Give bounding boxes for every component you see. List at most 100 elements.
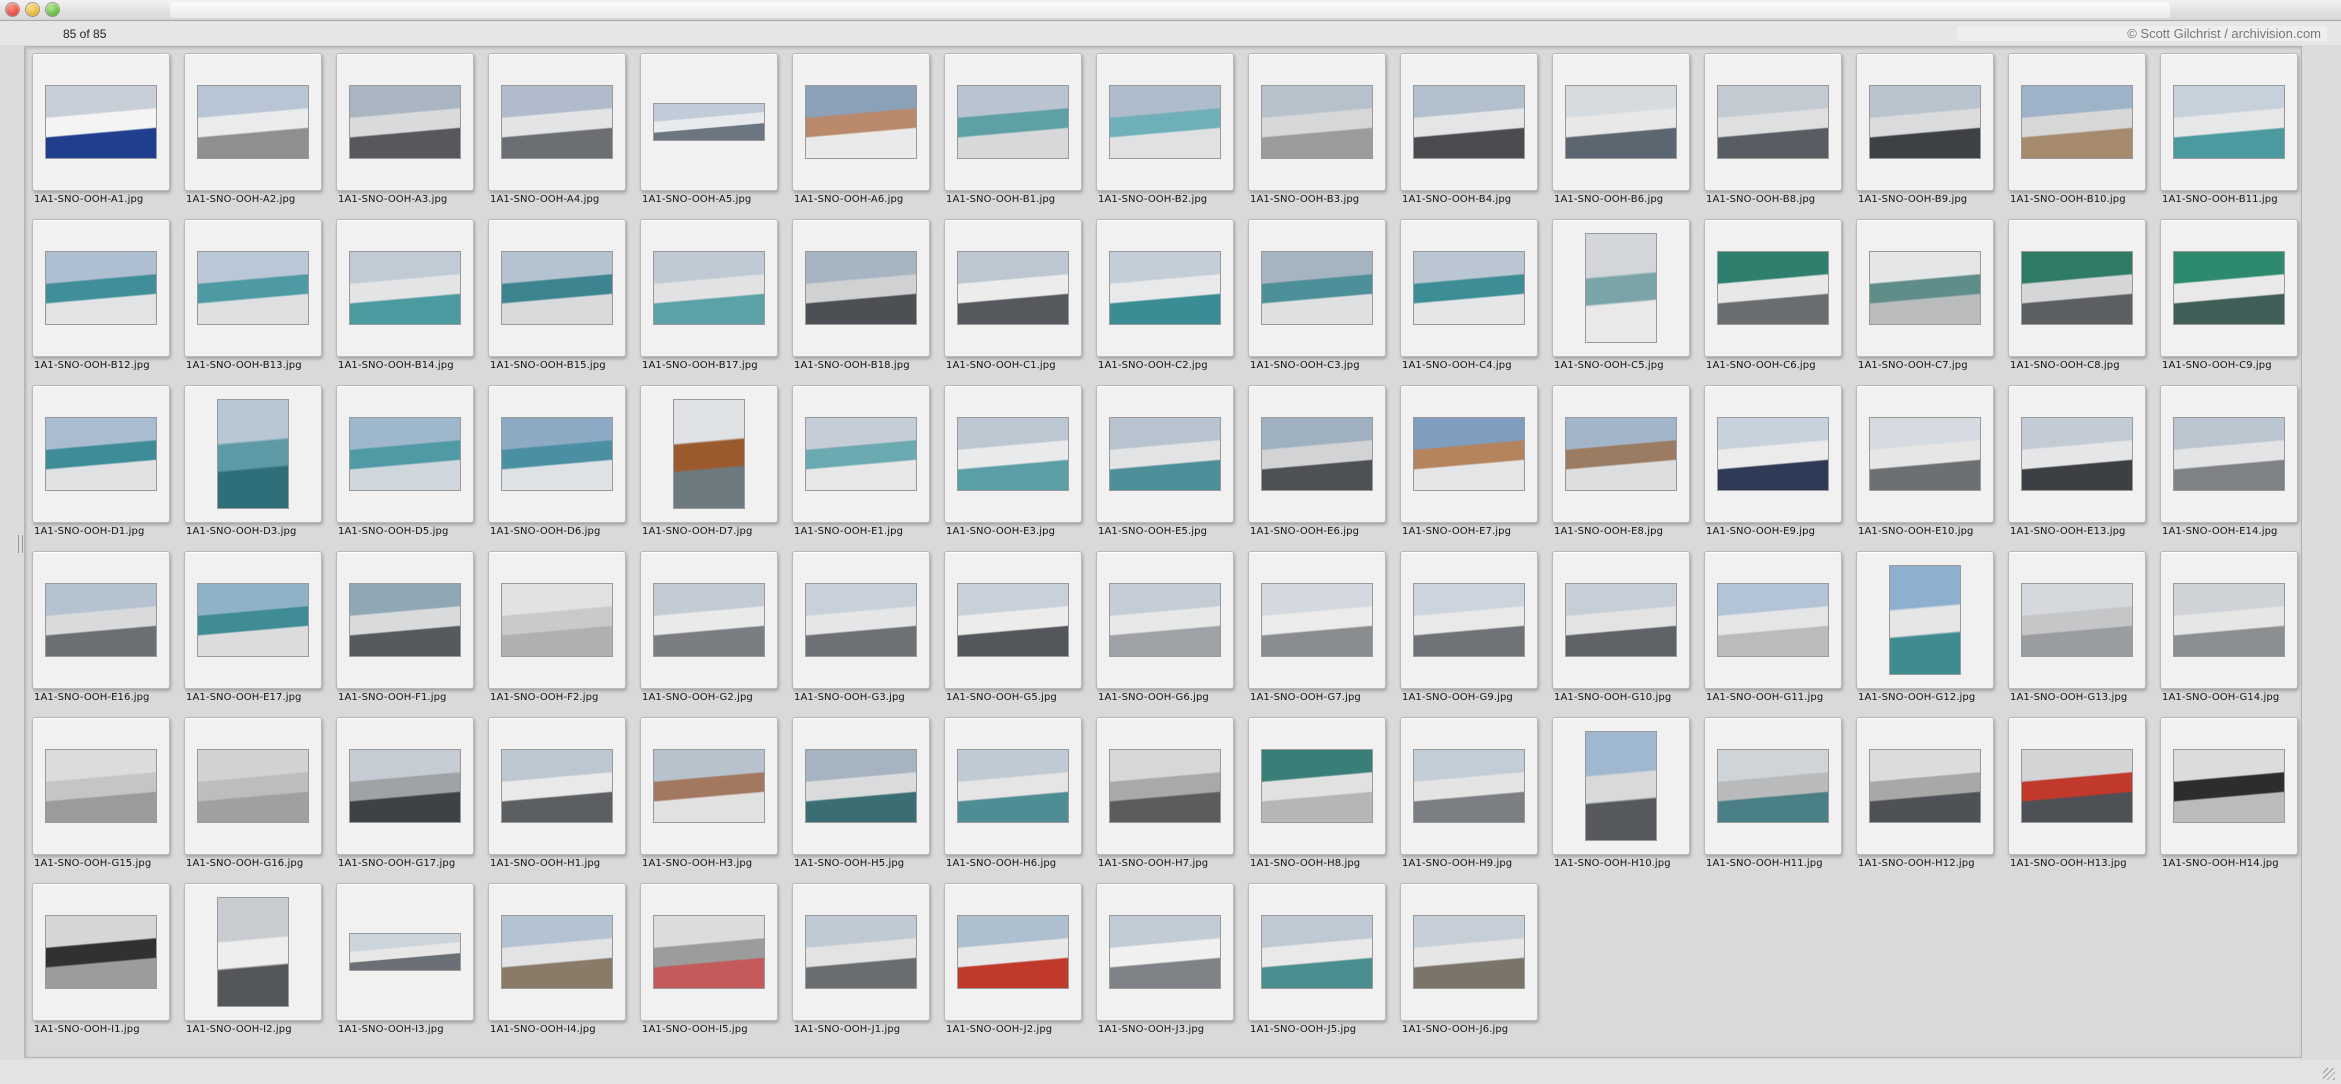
thumbnail-frame[interactable] [1856,53,1994,191]
thumbnail-frame[interactable] [640,385,778,523]
thumbnail-frame[interactable] [1400,219,1538,357]
thumbnail-item[interactable]: 1A1-SNO-OOH-G5.jpg [944,551,1082,703]
thumbnail-image[interactable] [957,583,1069,657]
thumbnail-image[interactable] [1261,417,1373,491]
thumbnail-item[interactable]: 1A1-SNO-OOH-G17.jpg [336,717,474,869]
thumbnail-frame[interactable] [944,219,1082,357]
thumbnail-image[interactable] [1109,85,1221,159]
thumbnail-item[interactable]: 1A1-SNO-OOH-A1.jpg [32,53,170,205]
thumbnail-image[interactable] [349,417,461,491]
thumbnail-item[interactable]: 1A1-SNO-OOH-G12.jpg [1856,551,1994,703]
thumbnail-item[interactable]: 1A1-SNO-OOH-E10.jpg [1856,385,1994,537]
thumbnail-item[interactable]: 1A1-SNO-OOH-J2.jpg [944,883,1082,1035]
thumbnail-item[interactable]: 1A1-SNO-OOH-G3.jpg [792,551,930,703]
thumbnail-frame[interactable] [1248,717,1386,855]
thumbnail-image[interactable] [653,103,765,141]
thumbnail-image[interactable] [1261,915,1373,989]
thumbnail-item[interactable]: 1A1-SNO-OOH-E13.jpg [2008,385,2146,537]
thumbnail-frame[interactable] [32,385,170,523]
thumbnail-item[interactable]: 1A1-SNO-OOH-H9.jpg [1400,717,1538,869]
thumbnail-item[interactable]: 1A1-SNO-OOH-H8.jpg [1248,717,1386,869]
thumbnail-image[interactable] [1717,417,1829,491]
thumbnail-item[interactable]: 1A1-SNO-OOH-G7.jpg [1248,551,1386,703]
thumbnail-item[interactable]: 1A1-SNO-OOH-B9.jpg [1856,53,1994,205]
thumbnail-frame[interactable] [336,53,474,191]
thumbnail-item[interactable]: 1A1-SNO-OOH-G11.jpg [1704,551,1842,703]
thumbnail-image[interactable] [673,399,745,509]
thumbnail-frame[interactable] [1248,551,1386,689]
thumbnail-item[interactable]: 1A1-SNO-OOH-I1.jpg [32,883,170,1035]
thumbnail-frame[interactable] [2008,219,2146,357]
thumbnail-frame[interactable] [1552,385,1690,523]
thumbnail-item[interactable]: 1A1-SNO-OOH-B2.jpg [1096,53,1234,205]
thumbnail-image[interactable] [2173,749,2285,823]
thumbnail-frame[interactable] [32,219,170,357]
thumbnail-item[interactable]: 1A1-SNO-OOH-F1.jpg [336,551,474,703]
thumbnail-frame[interactable] [1248,53,1386,191]
thumbnail-item[interactable]: 1A1-SNO-OOH-E3.jpg [944,385,1082,537]
thumbnail-item[interactable]: 1A1-SNO-OOH-G13.jpg [2008,551,2146,703]
thumbnail-frame[interactable] [488,385,626,523]
thumbnail-item[interactable]: 1A1-SNO-OOH-D1.jpg [32,385,170,537]
thumbnail-image[interactable] [2173,583,2285,657]
thumbnail-frame[interactable] [2008,53,2146,191]
thumbnail-item[interactable]: 1A1-SNO-OOH-D6.jpg [488,385,626,537]
thumbnail-image[interactable] [1869,417,1981,491]
thumbnail-image[interactable] [45,85,157,159]
thumbnail-item[interactable]: 1A1-SNO-OOH-E1.jpg [792,385,930,537]
thumbnail-item[interactable]: 1A1-SNO-OOH-H10.jpg [1552,717,1690,869]
thumbnail-item[interactable]: 1A1-SNO-OOH-C8.jpg [2008,219,2146,371]
thumbnail-frame[interactable] [1704,219,1842,357]
thumbnail-frame[interactable] [488,53,626,191]
thumbnail-frame[interactable] [184,883,322,1021]
thumbnail-item[interactable]: 1A1-SNO-OOH-B3.jpg [1248,53,1386,205]
thumbnail-frame[interactable] [1400,717,1538,855]
thumbnail-frame[interactable] [1096,385,1234,523]
thumbnail-frame[interactable] [1400,53,1538,191]
thumbnail-image[interactable] [1889,565,1961,675]
thumbnail-image[interactable] [653,915,765,989]
thumbnail-image[interactable] [957,251,1069,325]
thumbnail-frame[interactable] [1856,717,1994,855]
thumbnail-item[interactable]: 1A1-SNO-OOH-B1.jpg [944,53,1082,205]
thumbnail-frame[interactable] [944,717,1082,855]
thumbnail-image[interactable] [805,85,917,159]
thumbnail-item[interactable]: 1A1-SNO-OOH-C9.jpg [2160,219,2298,371]
thumbnail-image[interactable] [2021,251,2133,325]
thumbnail-image[interactable] [1717,583,1829,657]
thumbnail-item[interactable]: 1A1-SNO-OOH-I4.jpg [488,883,626,1035]
thumbnail-frame[interactable] [1856,219,1994,357]
thumbnail-frame[interactable] [184,53,322,191]
thumbnail-image[interactable] [1717,749,1829,823]
thumbnail-frame[interactable] [2008,551,2146,689]
thumbnail-frame[interactable] [2160,551,2298,689]
thumbnail-item[interactable]: 1A1-SNO-OOH-I3.jpg [336,883,474,1035]
thumbnail-image[interactable] [805,251,917,325]
thumbnail-item[interactable]: 1A1-SNO-OOH-C1.jpg [944,219,1082,371]
thumbnail-item[interactable]: 1A1-SNO-OOH-H7.jpg [1096,717,1234,869]
thumbnail-item[interactable]: 1A1-SNO-OOH-A4.jpg [488,53,626,205]
thumbnail-item[interactable]: 1A1-SNO-OOH-H5.jpg [792,717,930,869]
thumbnail-item[interactable]: 1A1-SNO-OOH-J6.jpg [1400,883,1538,1035]
thumbnail-frame[interactable] [1248,883,1386,1021]
thumbnail-item[interactable]: 1A1-SNO-OOH-E14.jpg [2160,385,2298,537]
thumbnail-image[interactable] [1261,583,1373,657]
resize-grip-icon[interactable] [2323,1068,2335,1080]
thumbnail-frame[interactable] [336,551,474,689]
thumbnail-image[interactable] [957,915,1069,989]
thumbnail-frame[interactable] [32,717,170,855]
thumbnail-image[interactable] [45,583,157,657]
thumbnail-browser[interactable]: 1A1-SNO-OOH-A1.jpg 1A1-SNO-OOH-A2.jpg 1A1-… [24,46,2302,1058]
thumbnail-frame[interactable] [1400,883,1538,1021]
thumbnail-item[interactable]: 1A1-SNO-OOH-H12.jpg [1856,717,1994,869]
thumbnail-item[interactable]: 1A1-SNO-OOH-I5.jpg [640,883,778,1035]
thumbnail-item[interactable]: 1A1-SNO-OOH-H1.jpg [488,717,626,869]
thumbnail-frame[interactable] [1552,53,1690,191]
thumbnail-frame[interactable] [792,551,930,689]
thumbnail-frame[interactable] [336,883,474,1021]
thumbnail-item[interactable]: 1A1-SNO-OOH-J3.jpg [1096,883,1234,1035]
thumbnail-image[interactable] [1413,749,1525,823]
thumbnail-item[interactable]: 1A1-SNO-OOH-H3.jpg [640,717,778,869]
thumbnail-image[interactable] [45,417,157,491]
thumbnail-image[interactable] [1261,85,1373,159]
